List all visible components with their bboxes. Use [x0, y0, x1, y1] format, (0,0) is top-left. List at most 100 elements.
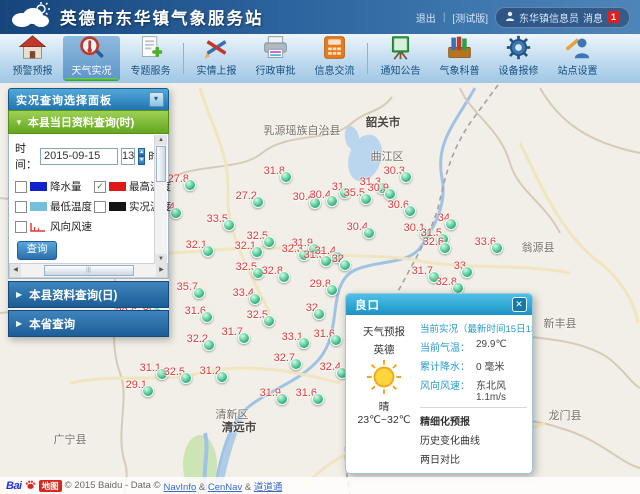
- nav-item-2[interactable]: 天气实况: [63, 36, 120, 81]
- station-dot-icon[interactable]: [313, 308, 325, 320]
- temp-marker[interactable]: 35.5: [360, 193, 372, 205]
- temp-marker[interactable]: 33.6: [491, 242, 503, 254]
- station-dot-icon[interactable]: [276, 393, 288, 405]
- panel-collapse-button[interactable]: ▾: [149, 92, 164, 107]
- query-button[interactable]: 查询: [17, 241, 57, 260]
- station-dot-icon[interactable]: [326, 195, 338, 207]
- checkbox[interactable]: [15, 181, 27, 193]
- temp-marker[interactable]: 27.2: [252, 196, 264, 208]
- temp-marker[interactable]: 29.8: [326, 284, 338, 296]
- station-dot-icon[interactable]: [339, 259, 351, 271]
- messages-link[interactable]: 消息: [583, 10, 603, 25]
- temp-marker[interactable]: 35.7: [193, 287, 205, 299]
- temp-marker[interactable]: 31.8: [280, 171, 292, 183]
- station-dot-icon[interactable]: [326, 284, 338, 296]
- scroll-left-icon[interactable]: ◀: [10, 264, 21, 277]
- station-dot-icon[interactable]: [404, 205, 416, 217]
- temp-marker[interactable]: 32.6: [439, 242, 451, 254]
- station-dot-icon[interactable]: [461, 266, 473, 278]
- station-dot-icon[interactable]: [439, 242, 451, 254]
- station-dot-icon[interactable]: [238, 332, 250, 344]
- temp-marker[interactable]: 31.7: [238, 332, 250, 344]
- popup-link-3[interactable]: 两日对比: [420, 451, 460, 466]
- scrollbar-thumb[interactable]: |||: [44, 265, 134, 276]
- station-dot-icon[interactable]: [216, 371, 228, 383]
- checkbox[interactable]: ✓: [94, 181, 106, 193]
- station-dot-icon[interactable]: [263, 315, 275, 327]
- station-dot-icon[interactable]: [330, 334, 342, 346]
- temp-marker[interactable]: 30.3: [400, 171, 412, 183]
- vertical-scrollbar[interactable]: ▲ ▼: [154, 135, 167, 264]
- checkbox[interactable]: [94, 201, 106, 213]
- temp-marker[interactable]: 32.5: [263, 236, 275, 248]
- hour-down-button[interactable]: ▼: [138, 156, 145, 165]
- map-canvas[interactable]: 乳源瑶族自治县韶关市曲江区翁源县新丰县龙门县从化市清新区清远市广宁县 27.83…: [0, 83, 640, 494]
- user-pill[interactable]: 东华镇信息员 消息 1: [495, 7, 630, 28]
- temp-marker[interactable]: 33.4: [249, 293, 261, 305]
- temp-marker[interactable]: 32.1: [202, 245, 214, 257]
- station-dot-icon[interactable]: [203, 339, 215, 351]
- scroll-right-icon[interactable]: ▶: [156, 264, 167, 277]
- hour-up-button[interactable]: ▲: [138, 148, 145, 157]
- nav-item-3[interactable]: 专题服务: [122, 36, 179, 81]
- station-dot-icon[interactable]: [400, 171, 412, 183]
- temp-marker[interactable]: 31.6: [201, 311, 213, 323]
- horizontal-scrollbar[interactable]: ◀ ||| ▶: [9, 263, 168, 278]
- temp-marker[interactable]: 32.1: [251, 246, 263, 258]
- nav-item-10[interactable]: 站点设置: [549, 36, 606, 81]
- temp-marker[interactable]: 32.7: [290, 358, 302, 370]
- scroll-up-icon[interactable]: ▲: [155, 135, 167, 145]
- legend-item[interactable]: 风向风速: [15, 219, 92, 234]
- station-dot-icon[interactable]: [142, 385, 154, 397]
- scroll-down-icon[interactable]: ▼: [155, 254, 167, 264]
- nav-item-1[interactable]: 预警预报: [4, 36, 61, 81]
- station-dot-icon[interactable]: [263, 236, 275, 248]
- station-dot-icon[interactable]: [278, 271, 290, 283]
- station-dot-icon[interactable]: [170, 207, 182, 219]
- day-section-header[interactable]: ▶ 本县资料查询(日): [8, 281, 169, 308]
- station-dot-icon[interactable]: [363, 227, 375, 239]
- temp-marker[interactable]: 30.4: [326, 195, 338, 207]
- temp-marker[interactable]: 34: [445, 218, 457, 230]
- close-icon[interactable]: ✕: [512, 297, 527, 312]
- nav-item-7[interactable]: 通知公告: [372, 36, 429, 81]
- checkbox[interactable]: [15, 201, 27, 213]
- date-input[interactable]: [40, 148, 118, 165]
- temp-marker[interactable]: 31.6: [312, 393, 324, 405]
- popup-link-2[interactable]: 历史变化曲线: [420, 432, 480, 447]
- logout-link[interactable]: 退出: [416, 10, 436, 25]
- temp-marker[interactable]: 30.6: [404, 205, 416, 217]
- temp-marker[interactable]: 31.9: [276, 393, 288, 405]
- station-dot-icon[interactable]: [491, 242, 503, 254]
- temp-marker[interactable]: 33.5: [223, 219, 235, 231]
- station-dot-icon[interactable]: [280, 171, 292, 183]
- station-dot-icon[interactable]: [298, 337, 310, 349]
- province-section-header[interactable]: ▶ 本省查询: [8, 310, 169, 337]
- attribution-link-3[interactable]: 道道通: [254, 482, 283, 493]
- temp-marker[interactable]: 32.5: [263, 315, 275, 327]
- station-dot-icon[interactable]: [184, 179, 196, 191]
- station-dot-icon[interactable]: [252, 196, 264, 208]
- message-count-badge[interactable]: 1: [607, 11, 620, 23]
- station-dot-icon[interactable]: [223, 219, 235, 231]
- temp-marker[interactable]: 33: [461, 266, 473, 278]
- temp-marker[interactable]: 30.4: [170, 207, 182, 219]
- station-dot-icon[interactable]: [312, 393, 324, 405]
- hour-input[interactable]: 13: [121, 148, 135, 165]
- popup-link-1[interactable]: 精细化预报: [420, 413, 470, 428]
- station-dot-icon[interactable]: [249, 293, 261, 305]
- nav-item-6[interactable]: 信息交流: [306, 36, 363, 81]
- hour-section-header[interactable]: ▼ 本县当日资料查询(时): [8, 110, 169, 134]
- station-dot-icon[interactable]: [445, 218, 457, 230]
- nav-item-9[interactable]: 设备报修: [490, 36, 547, 81]
- station-dot-icon[interactable]: [202, 245, 214, 257]
- temp-marker[interactable]: 31.2: [216, 371, 228, 383]
- temp-marker[interactable]: 32: [313, 308, 325, 320]
- station-dot-icon[interactable]: [290, 358, 302, 370]
- temp-marker[interactable]: 32.8: [278, 271, 290, 283]
- station-dot-icon[interactable]: [180, 372, 192, 384]
- legend-item[interactable]: 降水量: [15, 179, 92, 194]
- nav-item-8[interactable]: 气象科普: [431, 36, 488, 81]
- attribution-link-2[interactable]: CenNav: [208, 482, 242, 493]
- temp-marker[interactable]: 32.2: [203, 339, 215, 351]
